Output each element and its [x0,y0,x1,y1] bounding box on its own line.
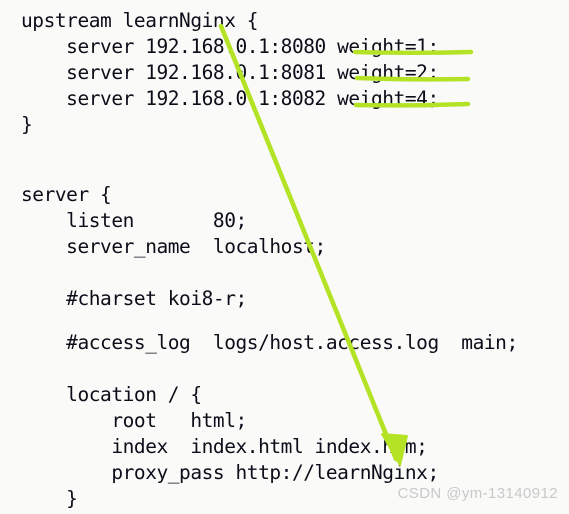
code-line: upstream learnNginx { [21,9,259,32]
code-line: proxy_pass http://learnNginx; [21,461,439,484]
code-line: #access_log logs/host.access.log main; [21,331,518,354]
code-line: #charset koi8-r; [21,287,247,310]
code-line: location / { [21,383,202,406]
code-line: server 192.168.0.1:8082 weight=4; [21,87,439,110]
code-line: index index.html index.htm; [21,435,428,458]
code-line: server 192.168.0.1:8080 weight=1: [21,35,439,58]
code-line: server_name localhost; [21,235,326,258]
code-line: server { [21,183,112,206]
code-line: listen 80; [21,209,247,232]
csdn-watermark: CSDN @ym-13140912 [397,485,558,502]
code-line: root html; [21,409,247,432]
code-line: } [21,487,78,510]
code-line: } [21,113,33,136]
screenshot-root: upstream learnNginx { server 192.168.0.1… [0,0,569,514]
code-line: server 192.168.0.1:8081 weight=2; [21,61,439,84]
